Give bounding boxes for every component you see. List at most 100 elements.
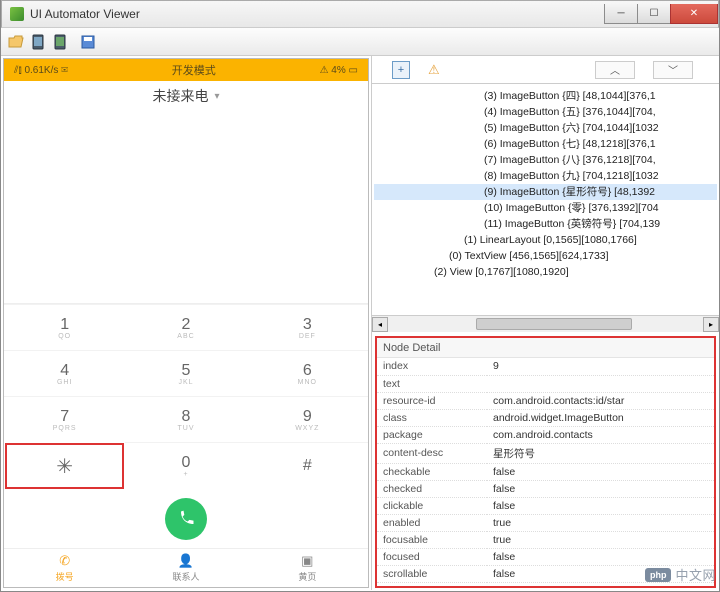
nav-pages[interactable]: ▣黄页: [247, 549, 368, 587]
key-star[interactable]: ✳: [5, 443, 124, 489]
detail-key: enabled: [377, 514, 487, 531]
detail-value: 星形符号: [487, 443, 714, 463]
window-controls: ─ ☐ ✕: [605, 4, 718, 24]
detail-key: package: [377, 426, 487, 443]
call-log-list[interactable]: [4, 111, 368, 303]
status-left: ⫽⫾ 0.61K/s ✉: [14, 65, 68, 76]
detail-key: checkable: [377, 463, 487, 480]
watermark-logo: php: [645, 568, 672, 582]
detail-row[interactable]: checkablefalse: [377, 463, 714, 480]
tree-row[interactable]: (4) ImageButton {五} [376,1044][704,: [374, 104, 717, 120]
nav-dial[interactable]: ✆拨号: [4, 549, 125, 587]
tree-row[interactable]: (9) ImageButton {星形符号} [48,1392: [374, 184, 717, 200]
detail-table: index9textresource-idcom.android.contact…: [377, 358, 714, 588]
detail-key: focusable: [377, 531, 487, 548]
detail-row[interactable]: clickablefalse: [377, 497, 714, 514]
node-detail-panel: Node Detail index9textresource-idcom.and…: [375, 336, 716, 588]
header-text: 未接来电: [152, 86, 208, 106]
detail-row[interactable]: packagecom.android.contacts: [377, 426, 714, 443]
phone-icon: [176, 509, 196, 529]
hierarchy-tree[interactable]: (3) ImageButton {四} [48,1044][376,1(4) I…: [372, 84, 719, 315]
tree-row[interactable]: (3) ImageButton {四} [48,1044][376,1: [374, 88, 717, 104]
tree-row[interactable]: (5) ImageButton {六} [704,1044][1032: [374, 120, 717, 136]
detail-value: false: [487, 548, 714, 565]
detail-row[interactable]: text: [377, 375, 714, 392]
expand-all-button[interactable]: +: [392, 61, 410, 79]
phone-screenshot[interactable]: ⫽⫾ 0.61K/s ✉ 开发模式 ⚠ 4% ▭ 未接来电 ▾ 1QO2ABC3…: [3, 58, 369, 588]
detail-key: resource-id: [377, 392, 487, 409]
tree-row[interactable]: (8) ImageButton {九} [704,1218][1032: [374, 168, 717, 184]
detail-key: content-desc: [377, 443, 487, 463]
screenshot-panel: ⫽⫾ 0.61K/s ✉ 开发模式 ⚠ 4% ▭ 未接来电 ▾ 1QO2ABC3…: [1, 56, 371, 590]
detail-value: 9: [487, 358, 714, 375]
scroll-right-icon[interactable]: ▸: [703, 317, 719, 332]
detail-row[interactable]: resource-idcom.android.contacts:id/star: [377, 392, 714, 409]
call-log-header[interactable]: 未接来电 ▾: [4, 81, 368, 111]
main-toolbar: [1, 28, 719, 56]
detail-value: true: [487, 514, 714, 531]
save-icon[interactable]: [79, 33, 97, 51]
device-screenshot-icon[interactable]: [29, 33, 47, 51]
key-0[interactable]: 0+: [125, 442, 246, 488]
tree-row[interactable]: (7) ImageButton {八} [376,1218][704,: [374, 152, 717, 168]
scroll-thumb[interactable]: [476, 318, 632, 330]
key-9[interactable]: 9WXYZ: [247, 396, 368, 442]
warning-icon[interactable]: ⚠: [428, 62, 440, 78]
tree-toolbar: + ⚠ ︿ ﹀: [372, 56, 719, 84]
key-6[interactable]: 6MNO: [247, 350, 368, 396]
detail-value: true: [487, 531, 714, 548]
detail-value: com.android.contacts: [487, 426, 714, 443]
detail-value: com.android.contacts:id/star: [487, 392, 714, 409]
detail-key: text: [377, 375, 487, 392]
key-5[interactable]: 5JKL: [125, 350, 246, 396]
key-7[interactable]: 7PQRS: [4, 396, 125, 442]
dial-keypad: 1QO2ABC3DEF 4GHI5JKL6MNO 7PQRS8TUV9WXYZ ✳0+…: [4, 303, 368, 490]
key-2[interactable]: 2ABC: [125, 304, 246, 350]
maximize-button[interactable]: ☐: [637, 4, 671, 24]
call-row: [4, 490, 368, 548]
detail-header: Node Detail: [377, 338, 714, 358]
detail-value: false: [487, 463, 714, 480]
detail-row[interactable]: enabledtrue: [377, 514, 714, 531]
app-icon: [10, 7, 24, 21]
device-dump-icon[interactable]: [51, 33, 69, 51]
detail-row[interactable]: classandroid.widget.ImageButton: [377, 409, 714, 426]
status-bar: ⫽⫾ 0.61K/s ✉ 开发模式 ⚠ 4% ▭: [4, 59, 368, 81]
open-icon[interactable]: [7, 33, 25, 51]
window-title: UI Automator Viewer: [30, 7, 140, 21]
tree-row[interactable]: (0) TextView [456,1565][624,1733]: [374, 248, 717, 264]
content-area: ⫽⫾ 0.61K/s ✉ 开发模式 ⚠ 4% ▭ 未接来电 ▾ 1QO2ABC3…: [1, 56, 719, 590]
detail-row[interactable]: checkedfalse: [377, 480, 714, 497]
nav-contacts[interactable]: 👤联系人: [125, 549, 246, 587]
detail-row[interactable]: index9: [377, 358, 714, 375]
call-button[interactable]: [165, 498, 207, 540]
tree-row[interactable]: (6) ImageButton {七} [48,1218][376,1: [374, 136, 717, 152]
tree-row[interactable]: (10) ImageButton {零} [376,1392][704: [374, 200, 717, 216]
key-8[interactable]: 8TUV: [125, 396, 246, 442]
tree-row[interactable]: (1) LinearLayout [0,1565][1080,1766]: [374, 232, 717, 248]
detail-row[interactable]: focusabletrue: [377, 531, 714, 548]
scroll-left-icon[interactable]: ◂: [372, 317, 388, 332]
detail-value: false: [487, 480, 714, 497]
detail-key: checked: [377, 480, 487, 497]
key-3[interactable]: 3DEF: [247, 304, 368, 350]
next-button[interactable]: ﹀: [653, 61, 693, 79]
nav-icon: ▣: [301, 553, 313, 569]
tree-row[interactable]: (2) View [0,1767][1080,1920]: [374, 264, 717, 280]
detail-row[interactable]: focusedfalse: [377, 548, 714, 565]
key-hash[interactable]: #: [247, 442, 368, 488]
main-window: UI Automator Viewer ─ ☐ ✕ ⫽⫾ 0.61K/s ✉ 开…: [0, 0, 720, 592]
detail-row[interactable]: content-desc星形符号: [377, 443, 714, 463]
close-button[interactable]: ✕: [670, 4, 718, 24]
prev-button[interactable]: ︿: [595, 61, 635, 79]
key-1[interactable]: 1QO: [4, 304, 125, 350]
horizontal-scrollbar[interactable]: ◂ ▸: [372, 315, 719, 332]
title-bar[interactable]: UI Automator Viewer ─ ☐ ✕: [1, 0, 719, 28]
status-center: 开发模式: [172, 62, 216, 78]
status-right: ⚠ 4% ▭: [320, 65, 358, 76]
minimize-button[interactable]: ─: [604, 4, 638, 24]
tree-row[interactable]: (11) ImageButton {英镑符号} [704,139: [374, 216, 717, 232]
detail-key: long-clickable: [377, 582, 487, 588]
key-4[interactable]: 4GHI: [4, 350, 125, 396]
detail-key: class: [377, 409, 487, 426]
